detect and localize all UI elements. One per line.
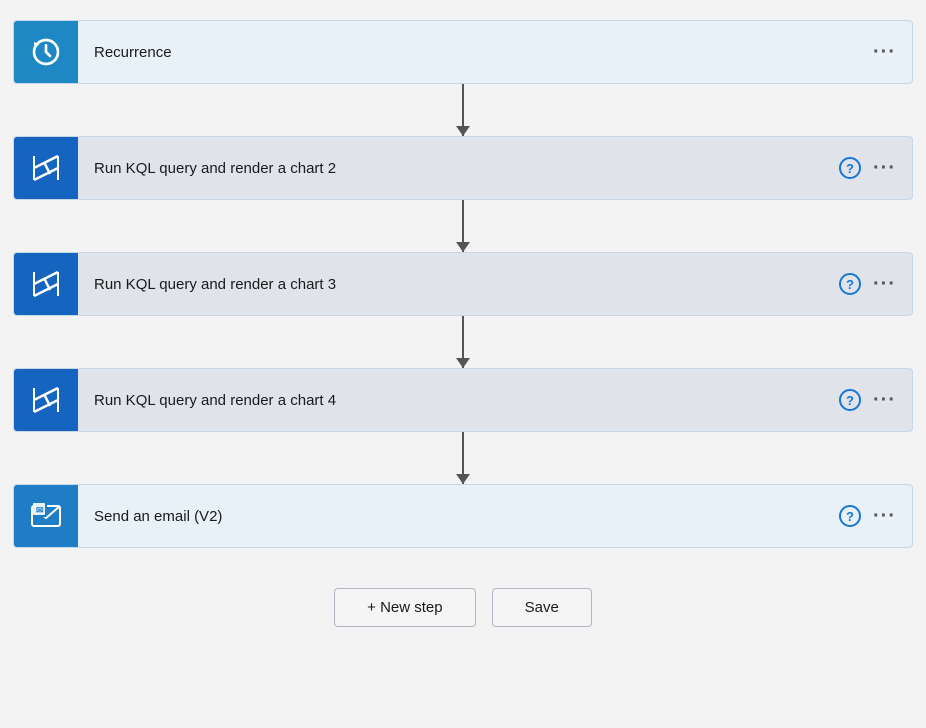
kql4-more-button[interactable]: ··· (873, 389, 896, 412)
kql2-actions: ? ··· (839, 157, 912, 180)
step-kql3[interactable]: Run KQL query and render a chart 3 ? ··· (13, 252, 913, 316)
save-button[interactable]: Save (492, 588, 592, 627)
email-help-button[interactable]: ? (839, 505, 861, 527)
kql4-actions: ? ··· (839, 389, 912, 412)
kql2-help-button[interactable]: ? (839, 157, 861, 179)
step-recurrence[interactable]: Recurrence ··· (13, 20, 913, 84)
flow-container: Recurrence ··· Run KQL query and render … (13, 20, 913, 627)
step-kql2[interactable]: Run KQL query and render a chart 2 ? ··· (13, 136, 913, 200)
email-icon: ✉ (30, 500, 62, 532)
email-more-button[interactable]: ··· (873, 505, 896, 528)
email-icon-bg: ✉ (14, 484, 78, 548)
kql2-more-button[interactable]: ··· (873, 157, 896, 180)
recurrence-more-button[interactable]: ··· (873, 41, 896, 64)
kql4-label: Run KQL query and render a chart 4 (78, 392, 839, 409)
kql3-actions: ? ··· (839, 273, 912, 296)
recurrence-label: Recurrence (78, 44, 873, 61)
svg-text:✉: ✉ (36, 505, 44, 515)
kql4-help-button[interactable]: ? (839, 389, 861, 411)
kql3-icon-bg (14, 252, 78, 316)
kql3-label: Run KQL query and render a chart 3 (78, 276, 839, 293)
connector-2 (462, 200, 464, 252)
connector-4 (462, 432, 464, 484)
kql3-help-button[interactable]: ? (839, 273, 861, 295)
email-actions: ? ··· (839, 505, 912, 528)
recurrence-actions: ··· (873, 41, 912, 64)
step-email[interactable]: ✉ Send an email (V2) ? ··· (13, 484, 913, 548)
email-label: Send an email (V2) (78, 508, 839, 525)
kql2-icon-bg (14, 136, 78, 200)
recurrence-icon (30, 36, 62, 68)
connector-1 (462, 84, 464, 136)
recurrence-icon-bg (14, 20, 78, 84)
kql4-icon-bg (14, 368, 78, 432)
bottom-actions: + New step Save (334, 588, 592, 627)
step-kql4[interactable]: Run KQL query and render a chart 4 ? ··· (13, 368, 913, 432)
kql3-more-button[interactable]: ··· (873, 273, 896, 296)
kql2-icon (30, 152, 62, 184)
kql4-icon (30, 384, 62, 416)
kql3-icon (30, 268, 62, 300)
connector-3 (462, 316, 464, 368)
kql2-label: Run KQL query and render a chart 2 (78, 160, 839, 177)
new-step-button[interactable]: + New step (334, 588, 475, 627)
